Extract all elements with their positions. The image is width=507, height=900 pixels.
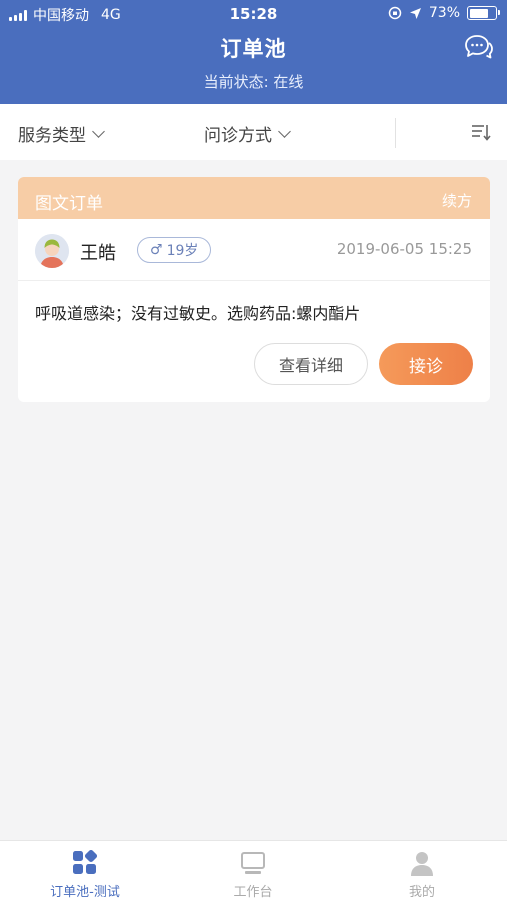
- tab-label: 我的: [408, 885, 435, 900]
- order-datetime: 2019-06-05 15:25: [336, 240, 472, 258]
- grid-icon: [71, 849, 99, 877]
- patient-row: 王皓 ♂ 19岁 2019-06-05 15:25: [18, 219, 490, 281]
- location-icon: [409, 7, 421, 19]
- order-card[interactable]: 图文订单 续方 王皓 ♂ 19岁 2019-06-05 15:25 呼吸道感染；…: [18, 177, 490, 402]
- order-card-header: 图文订单 续方: [18, 177, 490, 219]
- status-right: 73%: [388, 5, 500, 21]
- service-type-label: 服务类型: [18, 126, 86, 146]
- status-bar: 中国移动 4G 15:28 73%: [0, 0, 507, 28]
- patient-avatar-icon: [35, 234, 69, 268]
- order-description: 呼吸道感染；没有过敏史。选购药品:螺内酯片: [35, 304, 361, 323]
- patient-name: 王皓: [80, 243, 116, 264]
- tab-workbench[interactable]: 工作台: [183, 849, 323, 900]
- order-tag: 续方: [441, 192, 472, 210]
- chat-icon[interactable]: [463, 34, 493, 60]
- service-type-filter[interactable]: 服务类型: [18, 121, 105, 146]
- app-header: 中国移动 4G 15:28 73% 订单池 当前状态: 在线: [0, 0, 507, 104]
- accept-order-button[interactable]: 接诊: [379, 343, 473, 385]
- filter-bar: 服务类型 问诊方式: [0, 104, 507, 160]
- page-title: 订单池: [220, 37, 287, 61]
- battery-icon: [467, 6, 500, 20]
- battery-fill: [469, 8, 488, 18]
- tab-label: 工作台: [233, 885, 273, 900]
- avatar: [35, 234, 69, 268]
- user-icon: [408, 849, 436, 877]
- battery-percent: 73%: [428, 5, 460, 21]
- gender-age-badge: ♂ 19岁: [137, 237, 212, 263]
- orientation-lock-icon: [388, 6, 402, 20]
- filter-divider: [395, 118, 396, 148]
- tab-order-pool[interactable]: 订单池-测试: [15, 849, 155, 900]
- tab-mine[interactable]: 我的: [352, 849, 492, 900]
- view-detail-button[interactable]: 查看详细: [254, 343, 368, 385]
- age-label: 19岁: [166, 243, 199, 259]
- monitor-icon: [239, 849, 267, 877]
- consult-method-label: 问诊方式: [204, 126, 272, 146]
- male-icon: ♂: [150, 242, 163, 258]
- chevron-down-icon: [278, 124, 291, 138]
- online-status: 当前状态: 在线: [203, 73, 304, 91]
- consult-method-filter[interactable]: 问诊方式: [204, 121, 291, 146]
- chevron-down-icon: [92, 124, 105, 138]
- bottom-tab-bar: 订单池-测试 工作台 我的: [0, 840, 507, 900]
- order-type-label: 图文订单: [35, 194, 103, 214]
- sort-icon[interactable]: [471, 123, 491, 141]
- tab-label: 订单池-测试: [50, 885, 120, 900]
